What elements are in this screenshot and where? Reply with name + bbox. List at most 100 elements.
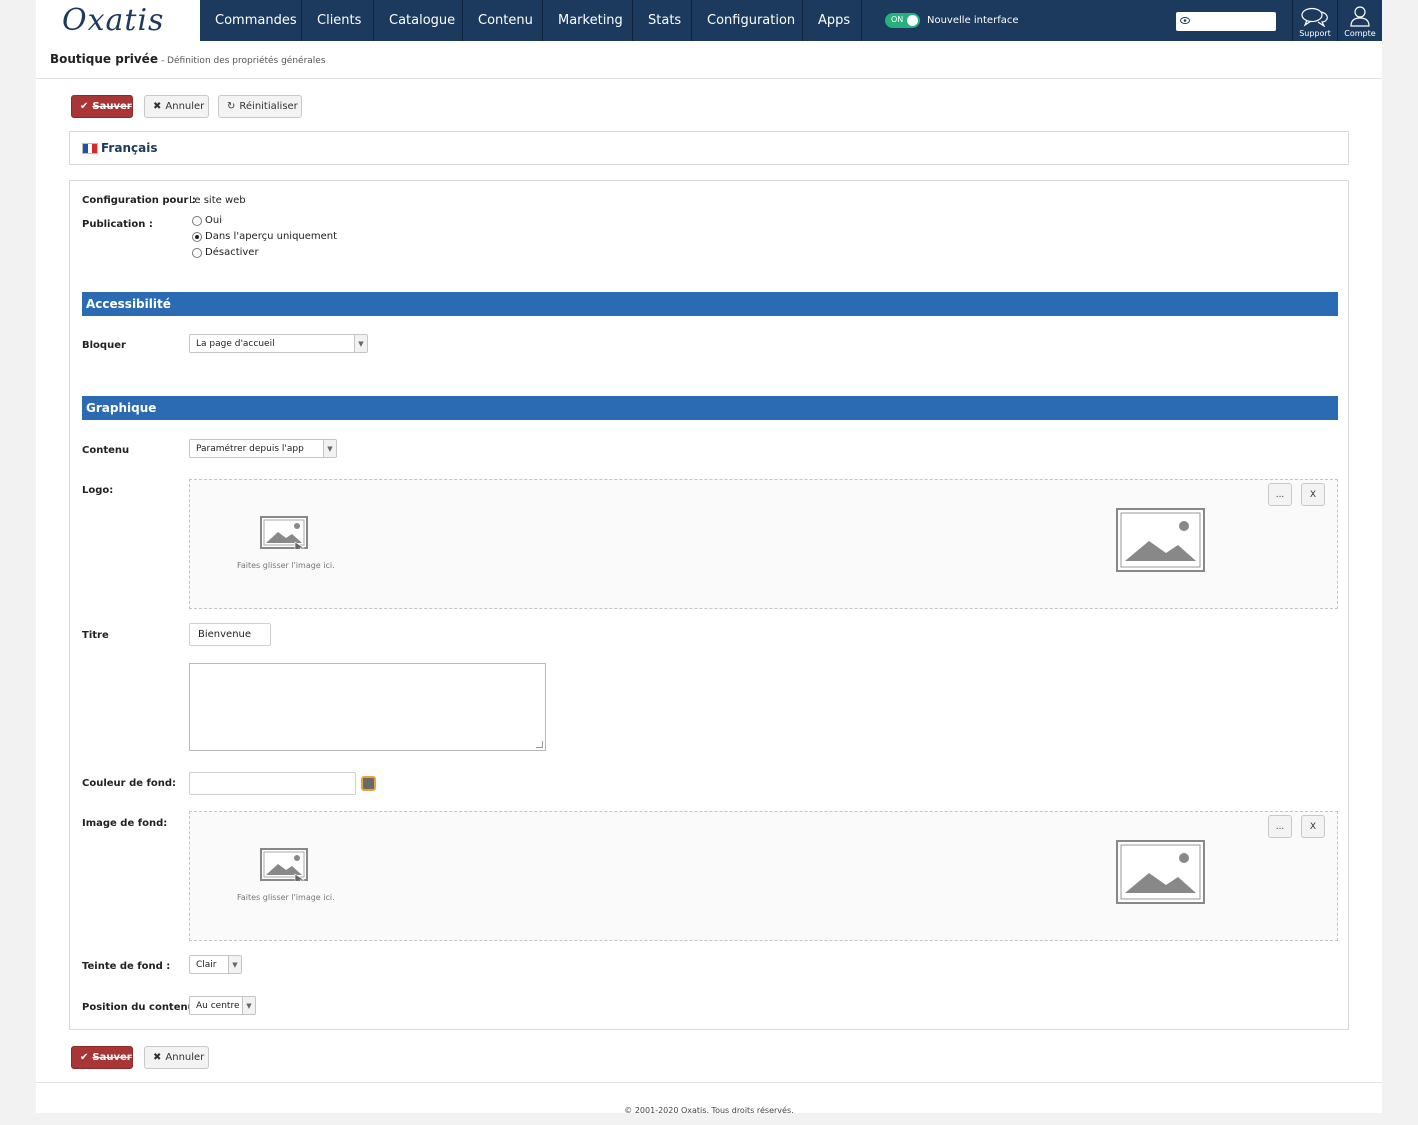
france-flag-icon [82,142,98,154]
nav-item-clients[interactable]: Clients [302,0,374,41]
radio-label: Oui [205,215,222,226]
save-button-top[interactable]: ✔ Sauver [71,95,133,118]
image-drop-icon [260,848,308,881]
save-label: Sauver [92,101,132,112]
settings-form: Configuration pour : Le site web Publica… [69,180,1349,1030]
bgcolor-label: Couleur de fond: [82,778,176,789]
tint-select[interactable]: Clair ▼ [189,955,242,974]
browse-button[interactable]: ... [1268,483,1292,506]
reset-button[interactable]: ↻ Réinitialiser [218,95,302,118]
main-nav: Commandes Clients Catalogue Contenu Mark… [200,0,862,41]
support-button[interactable]: Support [1292,0,1337,41]
nav-item-commandes[interactable]: Commandes [200,0,302,41]
close-icon: ✖ [153,101,162,112]
chevron-down-icon: ▼ [354,335,367,352]
refresh-icon: ↻ [227,101,236,112]
language-panel: Français [69,131,1349,165]
browse-button[interactable]: ... [1268,815,1292,838]
position-label: Position du contenu: [82,1002,199,1013]
nav-item-configuration[interactable]: Configuration [692,0,803,41]
content-label: Contenu [82,445,130,456]
radio-label: Dans l'aperçu uniquement [205,231,338,242]
config-label: Configuration pour : [82,195,196,206]
title-textarea[interactable] [189,663,546,751]
cancel-button-bottom[interactable]: ✖ Annuler [144,1046,209,1069]
footer-copyright: © 2001-2020 Oxatis. Tous droits réservés… [624,1106,794,1115]
image-placeholder-icon [1116,508,1205,572]
logo-label: Logo: [82,485,114,496]
new-interface-toggle[interactable]: ON Nouvelle interface [885,13,1019,28]
image-placeholder-icon [1116,840,1205,904]
cancel-label: Annuler [165,101,205,112]
bgcolor-input[interactable] [189,772,356,795]
position-select[interactable]: Au centre ▼ [189,996,256,1015]
graphics-section-header: Graphique [82,396,1338,420]
account-button[interactable]: Compte [1337,0,1382,41]
cancel-button-top[interactable]: ✖ Annuler [144,95,209,118]
image-drop-icon [260,516,308,549]
block-select-value: La page d'accueil [196,338,275,349]
page-header: Boutique privée - Définition des proprié… [50,52,326,66]
footer-divider [36,1082,1382,1083]
page-title: Boutique privée [50,52,158,66]
toggle-switch[interactable]: ON [885,13,920,28]
top-navigation-bar: Oxatis Commandes Clients Catalogue Conte… [36,0,1382,41]
publication-option-oui[interactable]: Oui [192,215,222,226]
position-select-value: Au centre [196,1000,240,1011]
clear-button[interactable]: X [1301,815,1325,838]
toggle-label: Nouvelle interface [927,15,1019,26]
chevron-down-icon: ▼ [228,956,241,973]
language-label: Français [101,141,158,155]
content-select-value: Paramétrer depuis l'app [196,443,304,454]
tint-select-value: Clair [196,959,217,970]
page-subtitle: - Définition des propriétés générales [160,56,326,66]
reset-label: Réinitialiser [239,101,298,112]
page: Oxatis Commandes Clients Catalogue Conte… [36,0,1382,1115]
search-input[interactable] [1176,12,1276,31]
accessibility-section-header: Accessibilité [82,292,1338,316]
publication-option-disable[interactable]: Désactiver [192,247,259,258]
color-picker-swatch[interactable] [361,776,376,791]
close-icon: ✖ [153,1052,162,1063]
publication-label: Publication : [82,219,153,230]
support-label: Support [1299,29,1331,38]
nav-item-catalogue[interactable]: Catalogue [374,0,463,41]
nav-item-stats[interactable]: Stats [633,0,692,41]
radio-button-checked[interactable] [192,231,202,242]
logo-dropzone[interactable]: Faites glisser l'image ici. ... X [189,479,1338,609]
toggle-state: ON [891,15,904,24]
config-value: Le site web [189,195,246,206]
chat-bubbles-icon [1301,7,1328,27]
bgimage-label: Image de fond: [82,818,168,829]
header-divider [36,78,1382,79]
drop-hint: Faites glisser l'image ici. [237,561,335,570]
nav-item-apps[interactable]: Apps [803,0,862,41]
title-label: Titre [82,630,109,641]
block-select[interactable]: La page d'accueil ▼ [189,334,368,353]
title-input[interactable]: Bienvenue [189,623,271,646]
save-label: Sauver [92,1052,132,1063]
nav-item-marketing[interactable]: Marketing [543,0,633,41]
radio-label: Désactiver [205,247,259,258]
check-icon: ✔ [80,101,89,112]
bgimage-dropzone[interactable]: Faites glisser l'image ici. ... X [189,811,1338,941]
user-icon [1350,6,1370,27]
save-button-bottom[interactable]: ✔ Sauver [71,1046,133,1069]
content-select[interactable]: Paramétrer depuis l'app ▼ [189,439,337,458]
account-label: Compte [1344,29,1376,38]
logo[interactable]: Oxatis [36,0,200,41]
check-icon: ✔ [80,1052,89,1063]
publication-option-preview[interactable]: Dans l'aperçu uniquement [192,231,337,242]
radio-button[interactable] [192,215,202,226]
clear-button[interactable]: X [1301,483,1325,506]
eye-icon [1180,16,1190,27]
radio-button[interactable] [192,247,202,258]
logo-text: Oxatis [62,2,165,38]
chevron-down-icon: ▼ [242,997,255,1014]
cancel-label: Annuler [165,1052,205,1063]
toggle-knob [907,15,918,26]
drop-hint: Faites glisser l'image ici. [237,893,335,902]
tint-label: Teinte de fond : [82,961,171,972]
block-label: Bloquer [82,340,126,351]
nav-item-contenu[interactable]: Contenu [463,0,543,41]
